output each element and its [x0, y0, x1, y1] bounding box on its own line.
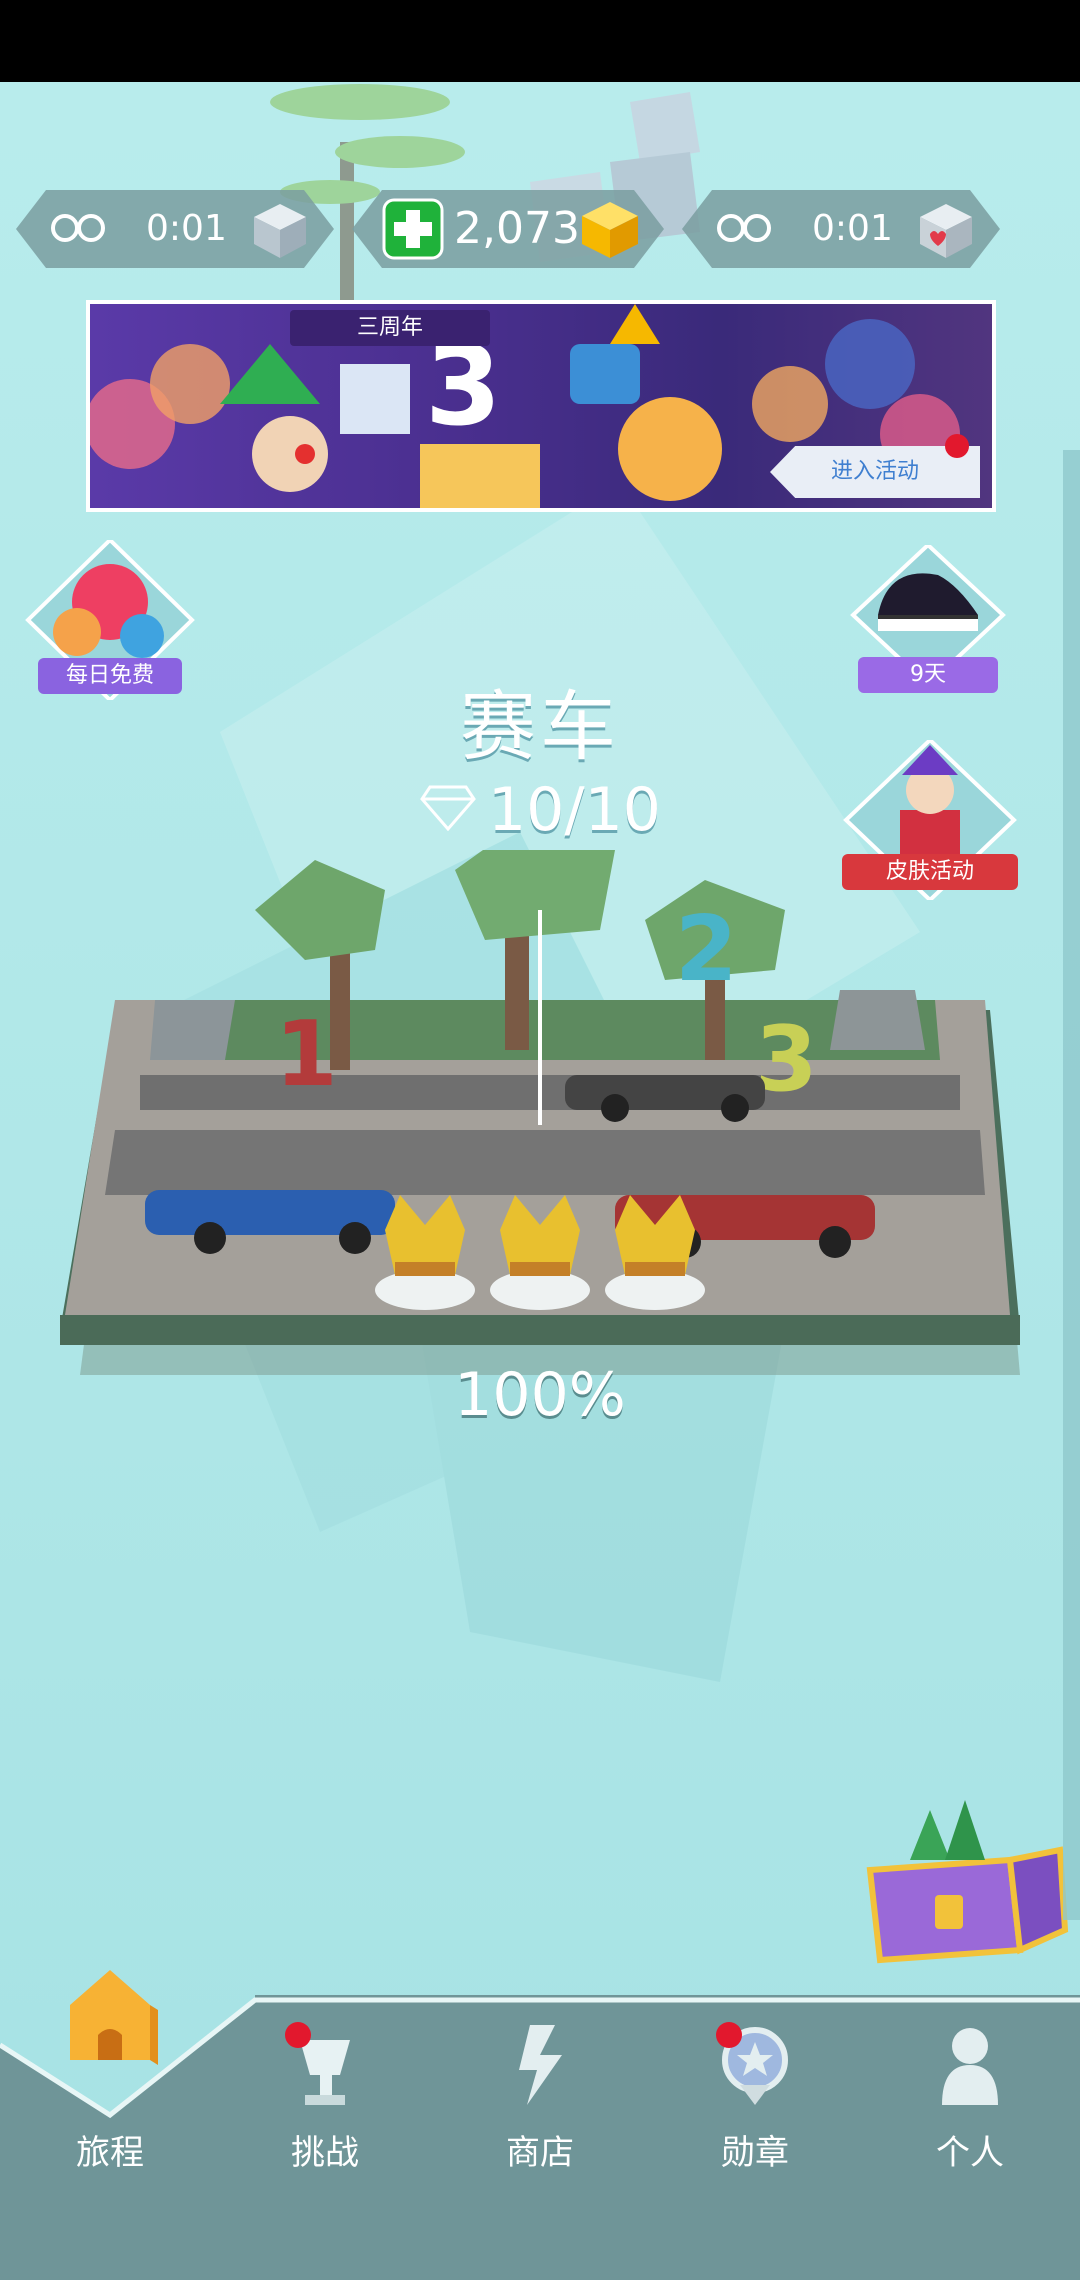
- cube-icon: [254, 204, 306, 258]
- race-level-scene[interactable]: 1 2 3: [55, 850, 1030, 1420]
- podium-number-2: 2: [675, 897, 738, 1002]
- profile-icon[interactable]: [930, 2020, 1010, 2110]
- gem-count: 10/10: [488, 775, 661, 845]
- nav-item-medal[interactable]: 勋章: [680, 2125, 830, 2174]
- level-progress: 100%: [454, 1360, 626, 1430]
- banner-tag: 三周年: [290, 310, 490, 346]
- coin-count: 2,073: [454, 203, 580, 254]
- banner-notification-dot: [945, 434, 969, 458]
- nav-item-challenge[interactable]: 挑战: [250, 2125, 400, 2174]
- heart-cube-icon: [920, 204, 972, 258]
- status-bar: [0, 0, 1080, 82]
- nav-item-profile[interactable]: 个人: [895, 2125, 1045, 2174]
- shop-icon[interactable]: [500, 2020, 580, 2110]
- treasure-chest-icon[interactable]: [860, 1790, 1070, 1970]
- left-resource[interactable]: 0:01: [16, 190, 334, 268]
- side-scroll-track: [1063, 450, 1080, 1920]
- podium-number-1: 1: [275, 1002, 338, 1107]
- right-timer: 0:01: [812, 208, 893, 249]
- infinity-icon: [51, 214, 105, 242]
- nav-item-journey[interactable]: 旅程: [35, 2125, 185, 2174]
- add-coins-icon[interactable]: [382, 198, 444, 260]
- infinity-icon: [717, 214, 771, 242]
- coin-resource[interactable]: 2,073: [352, 190, 664, 268]
- house-icon[interactable]: [60, 1965, 160, 2075]
- medal-notification-dot: [716, 2022, 742, 2048]
- left-timer: 0:01: [146, 208, 227, 249]
- right-resource[interactable]: 0:01: [682, 190, 1000, 268]
- anniversary-banner[interactable]: 3 三周年 进入活动: [86, 300, 996, 512]
- diamond-icon: [420, 785, 476, 831]
- level-title: 赛车: [460, 682, 620, 771]
- gold-cube-icon: [582, 202, 638, 258]
- nav-item-shop[interactable]: 商店: [465, 2125, 615, 2174]
- challenge-notification-dot: [285, 2022, 311, 2048]
